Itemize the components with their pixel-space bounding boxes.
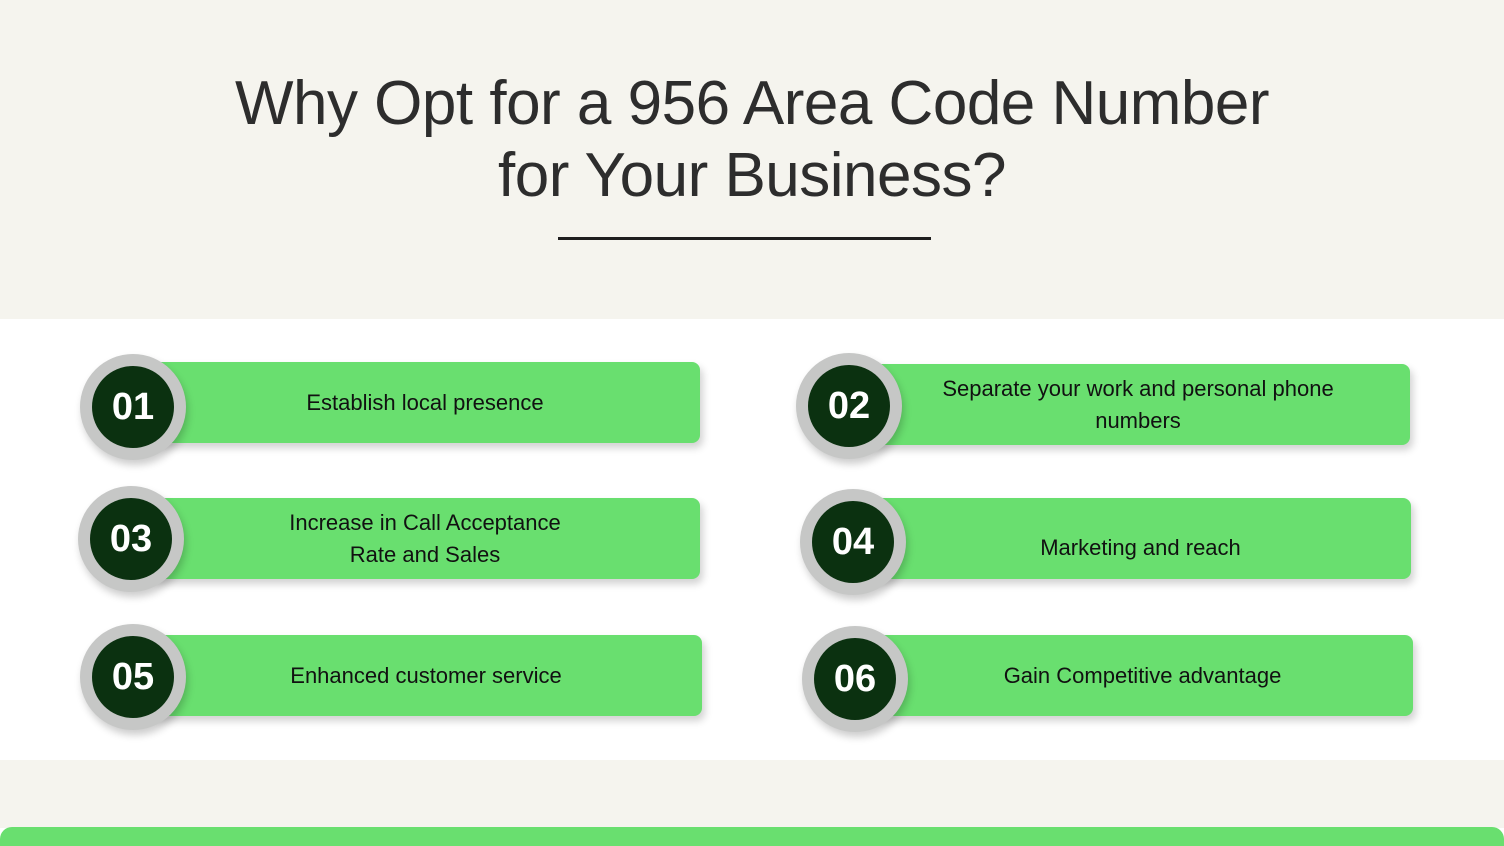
item-04-badge: 04: [800, 489, 906, 595]
item-01-text: Establish local presence: [306, 389, 544, 415]
footer-panel: [0, 760, 1504, 828]
item-04-text: Marketing and reach: [1040, 534, 1241, 560]
item-03-number: 03: [90, 498, 172, 580]
item-03-text: Increase in Call Acceptance Rate and Sal…: [289, 509, 561, 567]
item-05-badge: 05: [80, 624, 186, 730]
item-03-badge: 03: [78, 486, 184, 592]
item-02-text: Separate your work and personal phone nu…: [942, 375, 1334, 433]
item-04-bar: Marketing and reach: [870, 498, 1411, 579]
item-06-number: 06: [814, 638, 896, 720]
title-underline: [558, 237, 931, 240]
item-06-text: Gain Competitive advantage: [1003, 662, 1282, 688]
title-line-1: Why Opt for a 956 Area Code Number: [234, 69, 1270, 138]
item-03-bar: Increase in Call Acceptance Rate and Sal…: [150, 498, 700, 579]
item-05-bar: Enhanced customer service: [150, 635, 702, 716]
item-06-bar: Gain Competitive advantage: [872, 635, 1413, 716]
item-02-badge: 02: [796, 353, 902, 459]
item-01-badge: 01: [80, 354, 186, 460]
item-06-badge: 06: [802, 626, 908, 732]
title-line-2: for Your Business?: [497, 141, 1007, 210]
item-02-number: 02: [808, 365, 890, 447]
item-02-bar: Separate your work and personal phone nu…: [866, 364, 1410, 445]
item-01-number: 01: [92, 366, 174, 448]
footer-accent-stripe: [0, 827, 1504, 846]
item-05-number: 05: [92, 636, 174, 718]
item-04-number: 04: [812, 501, 894, 583]
item-05-text: Enhanced customer service: [290, 662, 562, 688]
item-01-bar: Establish local presence: [150, 362, 700, 443]
page-title: Why Opt for a 956 Area Code Number for Y…: [0, 68, 1504, 212]
